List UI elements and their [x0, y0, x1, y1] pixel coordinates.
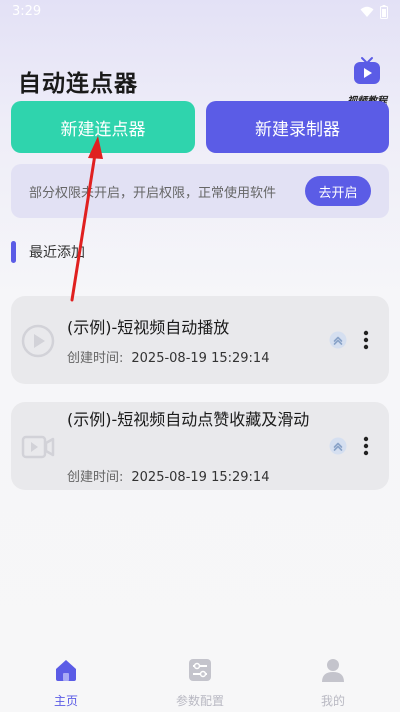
- battery-icon: [380, 5, 388, 19]
- nav-label-home: 主页: [53, 694, 78, 708]
- list-item[interactable]: (示例)-短视频自动点赞收藏及滑动 创建时间: 2025-08-19 15:29:…: [11, 402, 389, 490]
- tv-play-icon: [354, 57, 380, 84]
- created-time-label: 创建时间:: [67, 351, 124, 366]
- item-title: (示例)-短视频自动播放: [67, 318, 230, 337]
- status-bar: 3:29: [0, 0, 400, 24]
- recent-section-title: 最近添加: [29, 245, 85, 261]
- new-recorder-button[interactable]: 新建录制器: [206, 101, 389, 153]
- created-time-value: 2025-08-19 15:29:14: [131, 351, 270, 366]
- page-title: 自动连点器: [18, 71, 138, 97]
- nav-item-home[interactable]: 主页: [21, 658, 111, 709]
- enable-permission-button[interactable]: 去开启: [305, 176, 371, 206]
- new-clicker-button[interactable]: 新建连点器: [11, 101, 195, 153]
- recent-section-header: 最近添加: [11, 240, 85, 264]
- play-circle-icon: [21, 324, 55, 358]
- status-icons: [360, 5, 388, 19]
- status-time: 3:29: [12, 4, 42, 19]
- run-icon[interactable]: [329, 331, 347, 349]
- nav-item-params[interactable]: 参数配置: [155, 658, 245, 709]
- section-accent-bar: [11, 241, 16, 263]
- nav-item-mine[interactable]: 我的: [288, 658, 378, 709]
- permission-banner: 部分权限未开启，开启权限，正常使用软件 去开启: [11, 164, 389, 218]
- nav-label-mine: 我的: [320, 694, 345, 708]
- created-time-label: 创建时间:: [67, 470, 124, 485]
- item-title: (示例)-短视频自动点赞收藏及滑动: [67, 410, 310, 429]
- video-tutorial-button[interactable]: 视频教程: [344, 56, 390, 107]
- video-camera-icon: [21, 435, 55, 459]
- more-vertical-icon[interactable]: [357, 435, 375, 457]
- nav-label-params: 参数配置: [175, 694, 224, 708]
- run-icon[interactable]: [329, 437, 347, 455]
- more-vertical-icon[interactable]: [357, 329, 375, 351]
- sliders-icon: [189, 659, 211, 681]
- wifi-icon: [360, 6, 374, 17]
- item-created-time: 创建时间: 2025-08-19 15:29:14: [67, 347, 269, 366]
- home-icon: [56, 660, 76, 681]
- created-time-value: 2025-08-19 15:29:14: [131, 470, 270, 485]
- list-item[interactable]: (示例)-短视频自动播放 创建时间: 2025-08-19 15:29:14: [11, 296, 389, 384]
- user-icon: [322, 659, 344, 682]
- bottom-navigation: 主页 参数配置 我的: [0, 648, 400, 712]
- permission-text: 部分权限未开启，开启权限，正常使用软件: [29, 186, 277, 201]
- item-created-time: 创建时间: 2025-08-19 15:29:14: [67, 466, 269, 485]
